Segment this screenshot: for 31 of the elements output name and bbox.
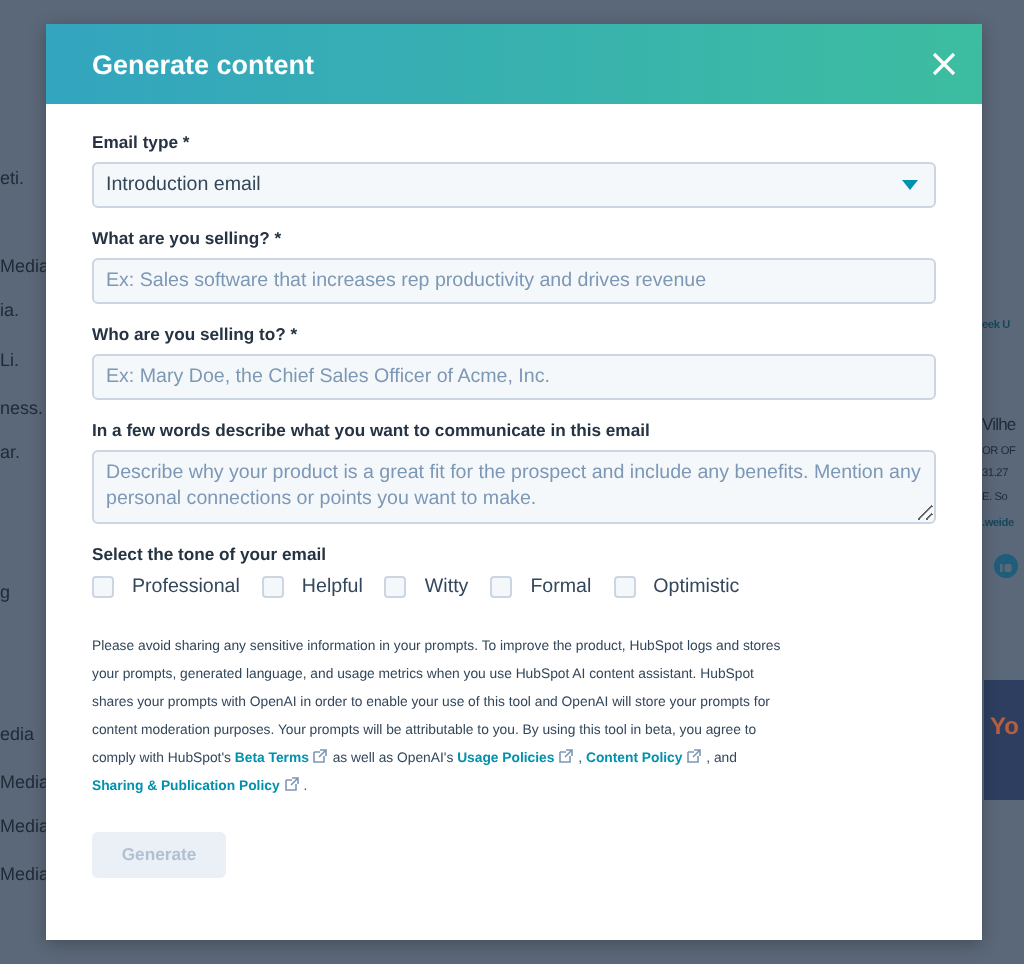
external-link-icon <box>686 748 703 764</box>
text-area[interactable]: Describe why your product is a great fit for the prospect and include any benefits. Mention any personal connections or points you want to make. <box>92 450 936 524</box>
input-field[interactable]: Ex: Mary Doe, the Chief Sales Officer of Acme, Inc. <box>92 354 936 400</box>
tone-checkbox[interactable]: Optimistic <box>613 576 740 598</box>
background-text: ia. <box>0 300 20 320</box>
tone-checkbox[interactable]: Helpful <box>261 576 363 598</box>
external-link-icon <box>312 748 329 764</box>
caret-icon <box>902 180 918 190</box>
tone-checkbox[interactable]: Witty <box>384 576 469 598</box>
field-label: Email type * <box>92 132 192 152</box>
external-link-icon <box>558 748 575 764</box>
input-field[interactable]: Ex: Sales software that increases rep productivity and drives revenue <box>92 258 936 304</box>
field-label: In a few words describe what you want to communicate in this email <box>92 420 652 440</box>
field-label: What are you selling? * <box>92 228 284 248</box>
background-text: edia <box>0 724 35 744</box>
tone-checkbox[interactable]: Professional <box>92 576 240 598</box>
close-button[interactable] <box>930 50 958 78</box>
background-banner <box>984 680 1024 800</box>
background-text: g <box>0 582 11 602</box>
background-text: eti. <box>0 168 25 188</box>
email-type-dropdown[interactable]: Introduction email <box>92 162 936 208</box>
field-label: Who are you selling to? * <box>92 324 300 344</box>
background-text: Vilhe <box>982 414 1016 434</box>
dialog-title: Generate content <box>92 49 315 79</box>
background-text: Li. <box>0 350 20 370</box>
external-link-icon <box>283 776 300 792</box>
tone-label: Select the tone of your email <box>92 544 328 564</box>
background-text: ar. <box>0 442 21 462</box>
background-text: ness. <box>0 398 44 418</box>
banner-text: Yo <box>990 712 1019 740</box>
tone-checkbox[interactable]: Formal <box>490 576 592 598</box>
